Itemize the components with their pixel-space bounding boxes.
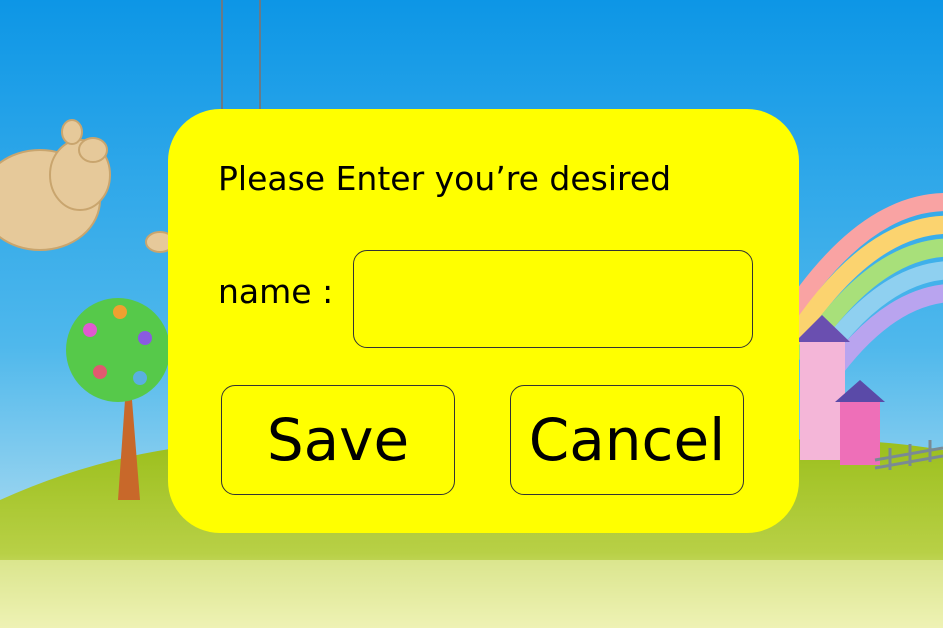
name-label: name : (218, 272, 334, 311)
save-button[interactable]: Save (221, 385, 455, 495)
cancel-button[interactable]: Cancel (510, 385, 744, 495)
dialog-prompt: Please Enter you’re desired (218, 159, 672, 198)
name-entry-dialog: Please Enter you’re desired name : Save … (168, 109, 799, 533)
name-input[interactable] (353, 250, 753, 348)
